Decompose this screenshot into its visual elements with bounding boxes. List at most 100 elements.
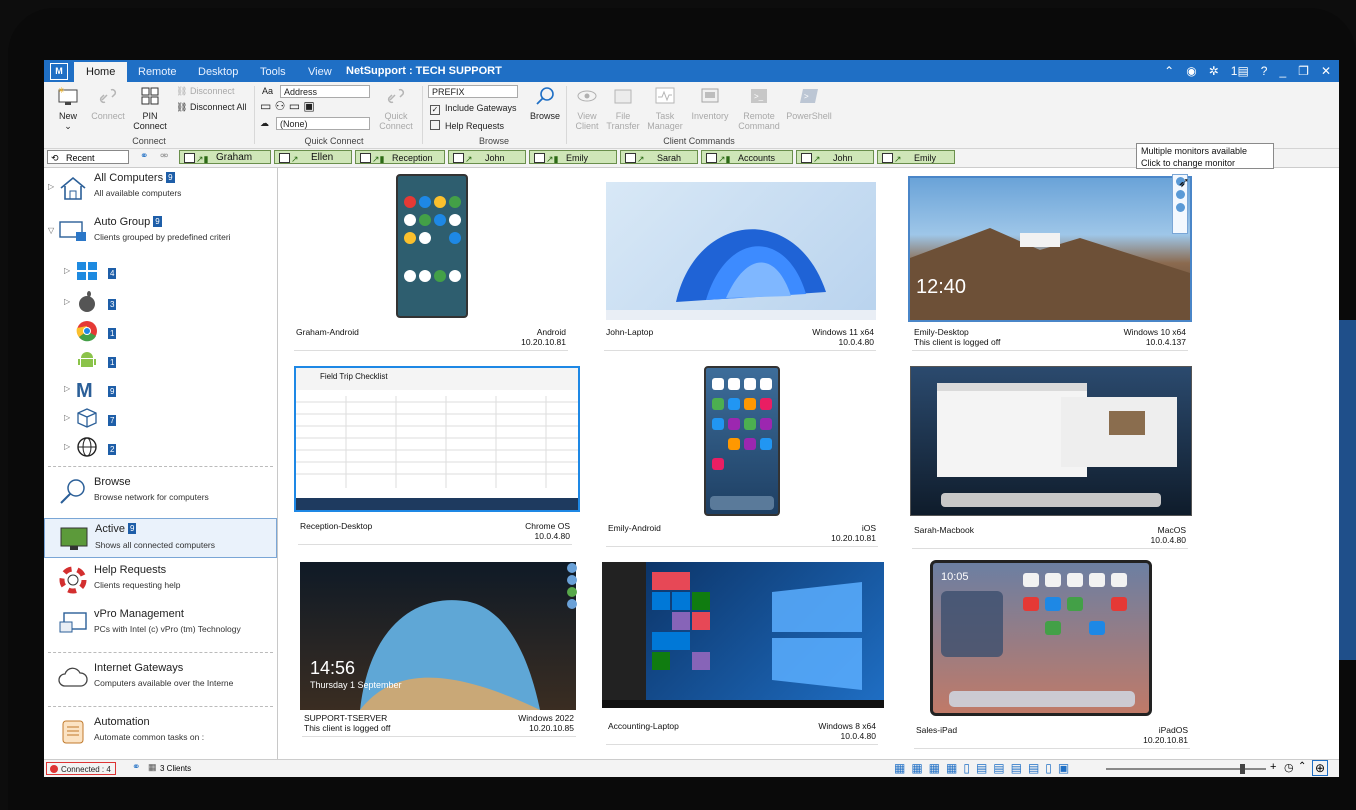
group-cube[interactable]: ▷ 7 [64, 407, 264, 429]
account-icon[interactable]: ◉ [1186, 64, 1196, 78]
expand-arrow-icon[interactable]: ▷ [64, 266, 70, 275]
close-icon[interactable]: ✕ [1321, 64, 1331, 78]
quick-connect-button[interactable]: Quick Connect [376, 86, 416, 131]
inventory-button[interactable]: Inventory [690, 86, 730, 121]
sidebar-item-title: Browse [94, 476, 131, 488]
group-windows[interactable]: ▷ 4 [64, 260, 264, 282]
task-manager-label: Task Manager [647, 111, 683, 131]
prefix-field[interactable]: PREFIX [428, 85, 518, 98]
sidebar-item-active[interactable]: Active 9 Shows all connected computers [44, 518, 277, 558]
monitor-2-icon[interactable] [1175, 190, 1185, 199]
monitor-1-icon[interactable] [567, 563, 577, 573]
server-lock-screen-preview[interactable]: 14:56 Thursday 1 September [300, 562, 576, 710]
remote-command-button[interactable]: >_ Remote Command [738, 86, 780, 131]
browse-button[interactable]: Browse [528, 86, 562, 121]
chromeos-screen-preview[interactable]: Field Trip Checklist [294, 366, 580, 512]
client-tab[interactable]: ↗▮ Graham [179, 150, 271, 164]
tab-desktop[interactable]: Desktop [186, 60, 250, 82]
group-apple[interactable]: ▷ 3 [64, 291, 264, 313]
client-tab[interactable]: ↗▮ Accounts [701, 150, 793, 164]
quick-connect-type-icons[interactable]: ▭ ⚇ ▭ ▣ [260, 100, 315, 112]
zoom-fit-icon[interactable]: ⊕ [1312, 760, 1329, 776]
client-tab[interactable]: ↗ John [448, 150, 526, 164]
client-os: Windows 11 x64 [812, 327, 874, 337]
zoom-dropdown-icon[interactable]: ⌃ [1298, 761, 1306, 772]
start-menu-tiles [602, 562, 884, 708]
sidebar-item-vpro[interactable]: vPro Management PCs with Intel (c) vPro … [44, 608, 277, 644]
monitor-4-icon[interactable] [567, 599, 577, 609]
zoom-in-icon[interactable]: + [1270, 761, 1276, 773]
collapse-ribbon-icon[interactable]: ⌃ [1164, 64, 1174, 78]
notifications-icon[interactable]: 1▤ [1231, 64, 1249, 78]
zoom-slider[interactable] [1106, 764, 1266, 774]
tab-remote[interactable]: Remote [126, 60, 189, 82]
expand-arrow-icon[interactable]: ▷ [64, 384, 70, 393]
client-tab[interactable]: ↗ John [796, 150, 874, 164]
disconnect-all-button[interactable]: ⛓ Disconnect All [176, 102, 252, 112]
sidebar-item-help-requests[interactable]: Help Requests Clients requesting help [44, 564, 277, 600]
restore-icon[interactable]: ❐ [1298, 64, 1309, 78]
client-tab[interactable]: ↗ Sarah [620, 150, 698, 164]
client-tab[interactable]: ↗▮ Emily [529, 150, 617, 164]
powershell-button[interactable]: > PowerShell [784, 86, 834, 121]
zoom-slider-thumb[interactable] [1240, 764, 1245, 774]
sidebar-item-browse[interactable]: Browse Browse network for computers [44, 476, 277, 514]
windows11-screen-preview[interactable] [606, 182, 876, 320]
tab-view[interactable]: View [296, 60, 344, 82]
sidebar-item-all-computers[interactable]: ▷ All Computers 9 All available computers [44, 172, 277, 206]
new-button[interactable]: ✳ New ⌄ [50, 86, 86, 131]
windows10-lock-screen-preview[interactable]: 12:40 [908, 176, 1192, 322]
client-os: Android [536, 327, 566, 337]
view-mode-buttons[interactable]: ▦▦▦▦▯▤▤▤▤▯▣ [894, 761, 1075, 775]
monitor-2-icon[interactable] [567, 575, 577, 585]
group-chrome[interactable]: 1 [64, 320, 264, 342]
expand-arrow-icon[interactable]: ▷ [64, 297, 70, 306]
macos-screen-preview[interactable] [910, 366, 1192, 516]
expand-arrow-icon[interactable]: ▷ [64, 413, 70, 422]
sidebar-item-internet-gateways[interactable]: Internet Gateways Computers available ov… [44, 662, 277, 698]
android-screen-preview[interactable] [396, 174, 468, 318]
connection-status[interactable]: Connected : 4 [46, 762, 116, 775]
connect-button[interactable]: Connect [90, 86, 126, 121]
sidebar-item-auto-group[interactable]: ▽ Auto Group 9 Clients grouped by predefi… [44, 216, 277, 250]
tab-tools[interactable]: Tools [248, 60, 298, 82]
group-globe[interactable]: ▷ 2 [64, 436, 264, 458]
help-requests-checkbox[interactable]: Help Requests [430, 120, 504, 131]
ipad-screen-preview[interactable]: 10:05 [930, 560, 1152, 716]
monitor-selector[interactable] [566, 562, 578, 612]
ios-screen-preview[interactable] [704, 366, 780, 516]
disconnect-button[interactable]: ⛓ Disconnect [176, 86, 246, 96]
pin-connect-button[interactable]: PIN Connect [130, 86, 170, 131]
recent-select[interactable]: ⟲ Recent [47, 150, 129, 164]
task-manager-button[interactable]: Task Manager [646, 86, 684, 131]
tab-home[interactable]: Home [74, 62, 128, 82]
client-tab[interactable]: ↗▮ Reception [355, 150, 445, 164]
client-tab[interactable]: ↗ Ellen [274, 150, 352, 164]
disconnect-label: Disconnect [189, 86, 235, 96]
collapse-arrow-icon[interactable]: ▽ [48, 226, 54, 235]
expand-arrow-icon[interactable]: ▷ [48, 182, 54, 191]
address-field[interactable]: Address [280, 85, 370, 98]
include-gateways-checkbox[interactable]: ✓ Include Gateways [430, 103, 517, 115]
file-transfer-button[interactable]: File Transfer [606, 86, 640, 131]
settings-icon[interactable]: ✲ [1209, 64, 1219, 78]
help-icon[interactable]: ? [1261, 64, 1268, 78]
status-link-icon[interactable]: ⚭ [132, 762, 140, 773]
group-android[interactable]: 1 [64, 349, 264, 371]
signal-icon: ↗▮ [196, 154, 209, 164]
clock-icon[interactable]: ◷ [1284, 761, 1294, 774]
sidebar-item-automation[interactable]: Automation Automate common tasks on : [44, 716, 277, 752]
monitor-3-icon[interactable] [1175, 203, 1185, 212]
gateway-select[interactable]: (None) [276, 117, 370, 130]
client-tab[interactable]: ↗ Emily [877, 150, 955, 164]
group-netsupport[interactable]: ▷ M 9 [64, 378, 264, 400]
app-icon[interactable]: M [50, 63, 68, 80]
windows8-screen-preview[interactable] [602, 562, 884, 708]
sheet-title: Field Trip Checklist [320, 372, 388, 381]
disconnect-link-icon[interactable]: ⚮ [160, 151, 168, 162]
minimize-icon[interactable]: _ [1279, 64, 1286, 78]
view-client-button[interactable]: View Client [572, 86, 602, 131]
expand-arrow-icon[interactable]: ▷ [64, 442, 70, 451]
monitor-3-icon[interactable] [567, 587, 577, 597]
connect-link-icon[interactable]: ⚭ [140, 151, 148, 162]
